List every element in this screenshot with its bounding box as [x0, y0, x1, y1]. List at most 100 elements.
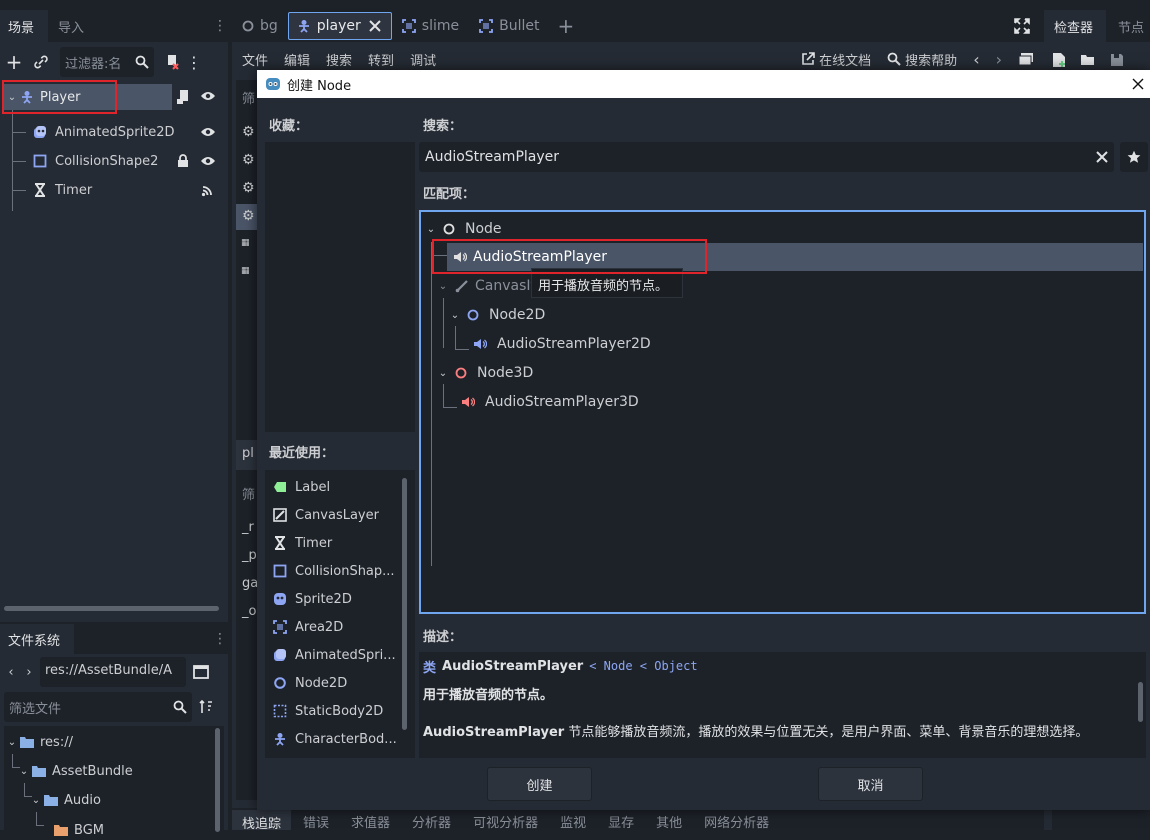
split-view-icon[interactable]	[190, 665, 212, 679]
add-tab-icon[interactable]: +	[557, 14, 574, 38]
tab-profiler[interactable]: 分析器	[400, 809, 461, 831]
file-item-audio[interactable]: ⌄ Audio	[30, 790, 101, 810]
clear-icon[interactable]	[1096, 151, 1108, 163]
tab-misc[interactable]: 其他	[644, 809, 692, 831]
file-filter-input[interactable]: 筛选文件	[4, 692, 192, 722]
tab-visual-profiler[interactable]: 可视分析器	[461, 809, 548, 831]
lock-icon[interactable]	[177, 154, 189, 168]
gear-icon[interactable]: ⚙	[242, 124, 255, 140]
tree-item-animated-sprite[interactable]: AnimatedSprite2D	[32, 120, 175, 144]
folder-open-icon[interactable]	[1080, 53, 1096, 67]
node-search-input[interactable]: AudioStreamPlayer	[419, 142, 1114, 172]
tab-slime[interactable]: slime	[392, 11, 469, 41]
new-resource-icon[interactable]	[1052, 52, 1066, 68]
recent-item-node2d[interactable]: Node2D	[273, 672, 347, 694]
file-item-bgm[interactable]: BGM	[52, 820, 104, 840]
more-options-icon[interactable]: ⋮	[186, 53, 202, 72]
recent-list-scrollbar[interactable]	[402, 478, 407, 730]
recent-item-character-body[interactable]: CharacterBod...	[273, 728, 397, 750]
online-docs-button[interactable]: 在线文档	[801, 50, 871, 69]
tab-player[interactable]: player	[287, 12, 392, 40]
script-icon[interactable]	[176, 89, 190, 105]
method-row[interactable]: _o	[242, 604, 256, 619]
tab-inspector[interactable]: 检查器	[1044, 10, 1106, 42]
doc-icon[interactable]: ▦	[241, 266, 250, 276]
tab-network-profiler[interactable]: 网络分析器	[692, 809, 779, 831]
add-node-icon[interactable]: +	[6, 50, 23, 74]
method-row[interactable]: ga	[242, 576, 258, 591]
back-icon[interactable]: ‹	[4, 665, 18, 680]
tab-errors[interactable]: 错误	[291, 809, 339, 831]
description-scrollbar[interactable]	[1138, 682, 1143, 722]
tab-import[interactable]: 导入	[48, 17, 84, 36]
search-help-button[interactable]: 搜索帮助	[887, 50, 957, 69]
recent-item-collision-shape[interactable]: CollisionShap...	[273, 560, 395, 582]
favorite-star-button[interactable]	[1120, 142, 1148, 172]
close-icon[interactable]	[1132, 78, 1144, 90]
match-item-audio-stream-player-3d[interactable]: AudioStreamPlayer3D	[461, 391, 639, 413]
tree-item-collision-shape[interactable]: CollisionShape2	[32, 149, 158, 173]
favorites-list[interactable]	[265, 142, 415, 432]
method-row[interactable]: _r	[242, 520, 254, 535]
tab-bg[interactable]: bg	[232, 11, 288, 41]
forward-icon[interactable]: ›	[996, 50, 1002, 69]
chevron-down-icon[interactable]: ⌄	[18, 766, 30, 777]
tab-stack-trace[interactable]: 栈追踪	[232, 810, 292, 832]
window-icon[interactable]	[1018, 52, 1034, 66]
scene-hscrollbar[interactable]	[4, 606, 219, 611]
chevron-down-icon[interactable]: ⌄	[6, 92, 18, 103]
file-tree-scrollbar[interactable]	[215, 728, 220, 832]
tab-monitors[interactable]: 监视	[548, 809, 596, 831]
visibility-eye-icon[interactable]	[200, 126, 216, 138]
distraction-free-icon[interactable]	[1014, 18, 1030, 34]
match-item-audio-stream-player[interactable]: AudioStreamPlayer	[447, 243, 1143, 271]
save-icon[interactable]	[1110, 53, 1124, 67]
recent-item-label[interactable]: Label	[273, 476, 330, 498]
chevron-down-icon[interactable]: ⌄	[437, 281, 449, 292]
doc-icon[interactable]: ▦	[241, 238, 250, 248]
path-input[interactable]: res://AssetBundle/A	[40, 657, 186, 687]
recent-item-canvas-layer[interactable]: CanvasLayer	[273, 504, 379, 526]
chevron-down-icon[interactable]: ⌄	[437, 368, 449, 379]
match-item-canvas-item[interactable]: ⌄ CanvasIt	[437, 275, 536, 297]
menu-file[interactable]: 文件	[242, 50, 268, 69]
menu-search[interactable]: 搜索	[326, 50, 352, 69]
sort-icon[interactable]	[198, 700, 214, 714]
recent-item-sprite2d[interactable]: Sprite2D	[273, 588, 352, 610]
attach-script-icon[interactable]	[164, 54, 180, 70]
cancel-button[interactable]: 取消	[818, 767, 923, 801]
dock-menu-icon[interactable]: ⋮	[212, 631, 228, 647]
recent-item-area2d[interactable]: Area2D	[273, 616, 343, 638]
recent-item-timer[interactable]: Timer	[273, 532, 332, 554]
menu-edit[interactable]: 编辑	[284, 50, 310, 69]
link-icon[interactable]	[32, 55, 50, 69]
close-icon[interactable]	[367, 20, 383, 32]
file-item-assetbundle[interactable]: ⌄ AssetBundle	[18, 761, 133, 781]
menu-debug[interactable]: 调试	[410, 50, 436, 69]
visibility-eye-icon[interactable]	[200, 155, 216, 167]
menu-goto[interactable]: 转到	[368, 50, 394, 69]
scene-filter-input[interactable]: 过滤器:名	[60, 47, 154, 77]
back-icon[interactable]: ‹	[973, 50, 979, 69]
method-row[interactable]: _p	[242, 548, 257, 563]
dock-menu-icon[interactable]: ⋮	[212, 16, 228, 36]
tab-filesystem[interactable]: 文件系统	[0, 624, 74, 654]
tab-bullet[interactable]: Bullet	[469, 11, 549, 41]
tree-item-timer[interactable]: Timer	[32, 178, 92, 202]
forward-icon[interactable]: ›	[22, 665, 36, 680]
match-item-node2d[interactable]: ⌄ Node2D	[449, 304, 545, 326]
match-item-node3d[interactable]: ⌄ Node3D	[437, 362, 533, 384]
chevron-down-icon[interactable]: ⌄	[30, 795, 42, 806]
recent-item-animated-sprite[interactable]: AnimatedSpri...	[273, 644, 396, 666]
create-button[interactable]: 创建	[487, 767, 592, 801]
gear-icon[interactable]: ⚙	[242, 208, 255, 224]
recent-item-static-body[interactable]: StaticBody2D	[273, 700, 383, 722]
match-item-node[interactable]: ⌄ Node	[425, 218, 502, 240]
chevron-down-icon[interactable]: ⌄	[6, 737, 18, 748]
tree-item-player[interactable]: ⌄ Player	[4, 84, 172, 110]
chevron-down-icon[interactable]: ⌄	[449, 310, 461, 321]
tab-video-ram[interactable]: 显存	[596, 809, 644, 831]
gear-icon[interactable]: ⚙	[242, 152, 255, 168]
visibility-eye-icon[interactable]	[200, 90, 216, 102]
gear-icon[interactable]: ⚙	[242, 180, 255, 196]
